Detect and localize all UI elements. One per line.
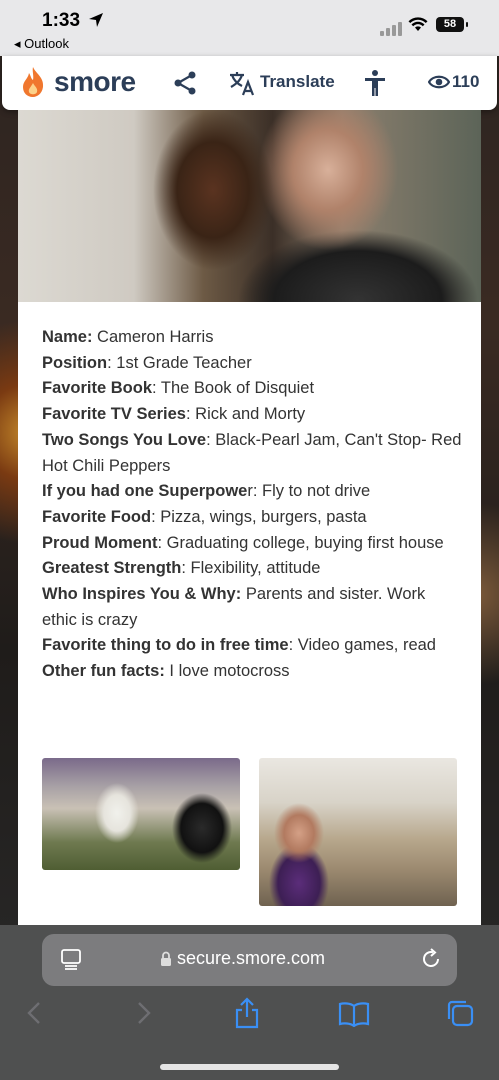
profile-text: Name: Cameron Harris Position: 1st Grade…: [42, 325, 462, 685]
accessibility-icon[interactable]: [362, 69, 388, 97]
smore-flame-icon[interactable]: [20, 66, 46, 98]
profile-line: Greatest Strength: Flexibility, attitude: [42, 559, 321, 578]
url-text[interactable]: secure.smore.com: [177, 948, 325, 969]
profile-line: Favorite thing to do in free time: Video…: [42, 636, 436, 655]
wifi-icon: [408, 17, 428, 31]
back-to-app-link[interactable]: ◂ Outlook: [14, 36, 69, 52]
lock-icon: [161, 951, 171, 966]
location-arrow-icon: [89, 13, 103, 27]
share-icon[interactable]: [234, 997, 260, 1029]
view-count: 110: [452, 72, 480, 91]
hero-photo: [18, 110, 481, 302]
tabs-icon[interactable]: [446, 999, 474, 1027]
profile-line: Favorite TV Series: Rick and Morty: [42, 405, 306, 424]
classroom-photo[interactable]: [259, 758, 457, 906]
profile-line: Proud Moment: Graduating college, buying…: [42, 533, 444, 552]
forward-chevron-icon[interactable]: [132, 1001, 154, 1025]
profile-line: Favorite Book: The Book of Disquiet: [42, 379, 315, 398]
share-nodes-icon[interactable]: [172, 70, 198, 96]
status-time: 1:33: [42, 10, 81, 31]
address-bar[interactable]: secure.smore.com: [42, 934, 457, 986]
profile-line: Who Inspires You & Why: Parents and sist…: [42, 585, 426, 629]
profile-line: Favorite Food: Pizza, wings, burgers, pa…: [42, 507, 367, 526]
eye-icon: [428, 75, 450, 89]
profile-line: If you had one Superpower: Fly to not dr…: [42, 482, 371, 501]
profile-line: Other fun facts: I love motocross: [42, 662, 290, 681]
content-card: Name: Cameron Harris Position: 1st Grade…: [18, 110, 481, 925]
safari-toolbar: secure.smore.com: [0, 925, 499, 1080]
cellular-signal-icon: [380, 18, 404, 36]
backyard-photo[interactable]: [42, 758, 240, 870]
profile-line: Two Songs You Love: Black-Pearl Jam, Can…: [42, 430, 462, 475]
back-chevron-icon[interactable]: [24, 1001, 46, 1025]
reload-icon[interactable]: [420, 948, 442, 970]
profile-line: Position: 1st Grade Teacher: [42, 353, 252, 372]
bookmarks-icon[interactable]: [338, 1001, 370, 1027]
smore-logo-text[interactable]: smore: [54, 66, 136, 98]
battery-icon: 58: [436, 17, 468, 32]
translate-icon[interactable]: [228, 69, 256, 97]
smore-header: smore Translate 110: [2, 56, 497, 110]
translate-button[interactable]: Translate: [260, 72, 335, 92]
reader-mode-icon[interactable]: [60, 948, 82, 970]
profile-line: Name: Cameron Harris: [42, 328, 214, 346]
home-indicator: [160, 1064, 339, 1070]
status-bar: 1:33 ◂ Outlook 58: [0, 0, 499, 56]
